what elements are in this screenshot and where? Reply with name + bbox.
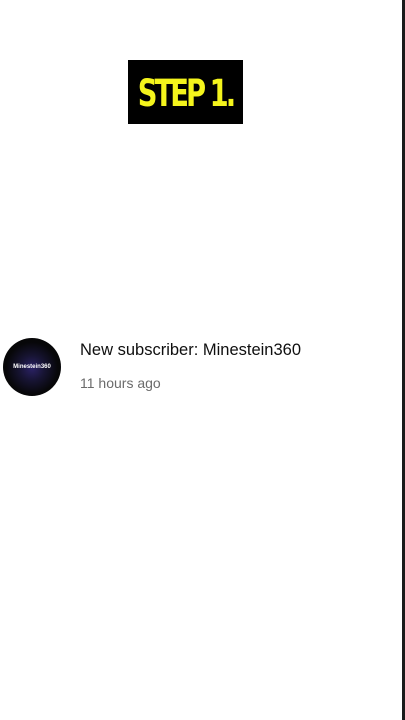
notification-item[interactable]: Minestein360 New subscriber: Minestein36… xyxy=(0,330,402,410)
notification-title: New subscriber: Minestein360 xyxy=(80,341,302,359)
step-banner: STEP 1. xyxy=(128,60,243,124)
avatar-label: Minestein360 xyxy=(13,364,51,370)
subscriber-avatar[interactable]: Minestein360 xyxy=(3,338,61,396)
step-banner-text: STEP 1. xyxy=(137,71,236,115)
notification-timestamp: 11 hours ago xyxy=(80,375,161,391)
